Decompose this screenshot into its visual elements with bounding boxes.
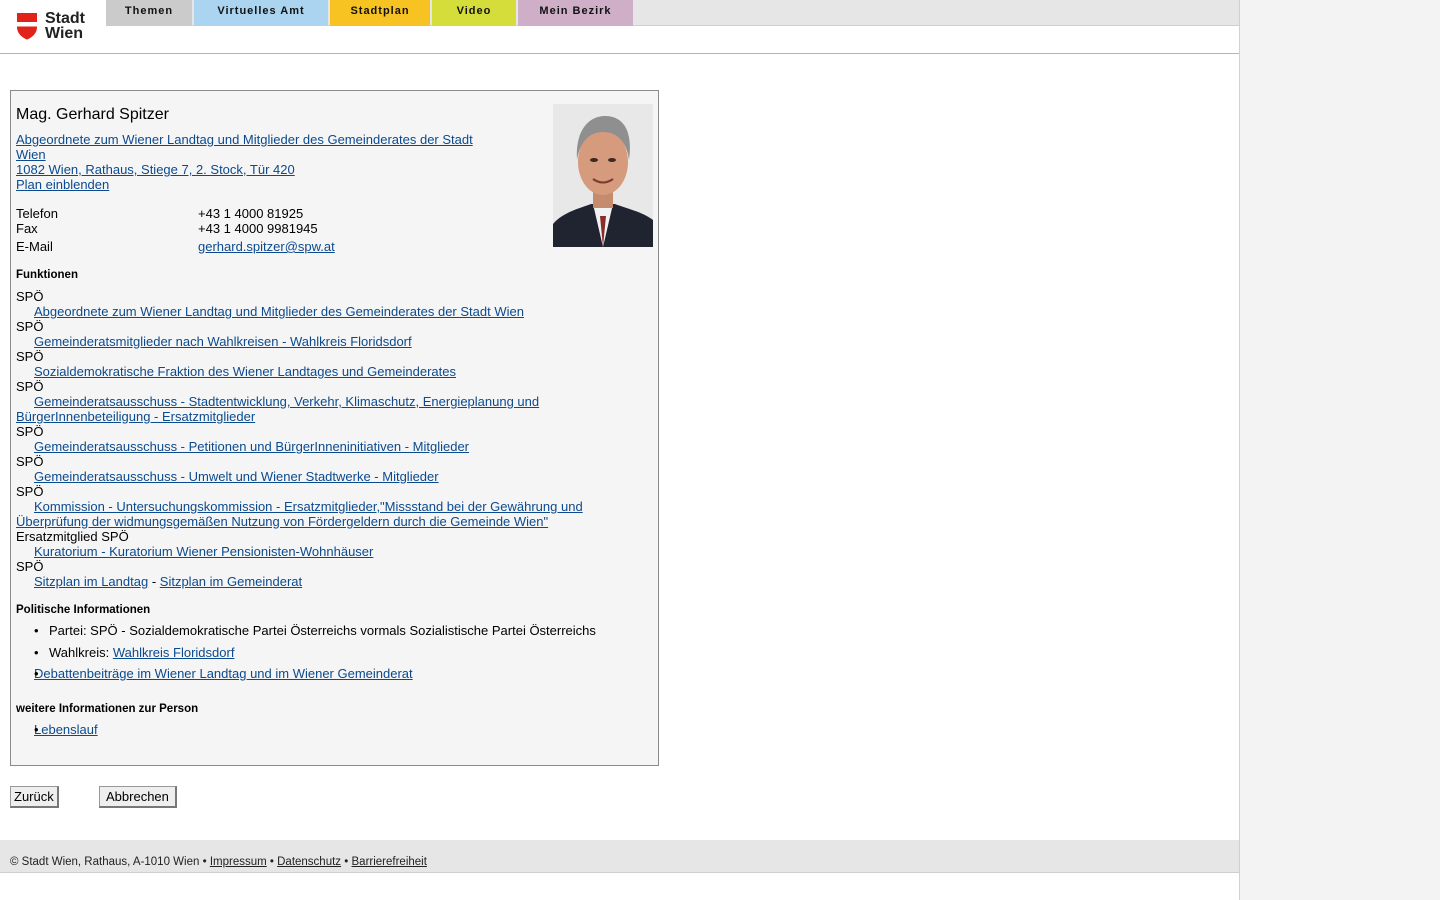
plan-einblenden-link[interactable]: Plan einblenden — [16, 177, 109, 192]
function-item: Gemeinderatsmitglieder nach Wahlkreisen … — [16, 334, 636, 349]
function-party: SPÖ — [16, 289, 44, 304]
function-item: Gemeinderatsausschuss - Stadtentwicklung… — [16, 394, 636, 424]
seat-plan-gemeinderat-link[interactable]: Sitzplan im Gemeinderat — [160, 574, 302, 589]
function-item: Sozialdemokratische Fraktion des Wiener … — [16, 364, 636, 379]
function-link[interactable]: Sozialdemokratische Fraktion des Wiener … — [34, 364, 456, 379]
party-info: Partei: SPÖ - Sozialdemokratische Partei… — [49, 623, 596, 638]
function-link[interactable]: Kuratorium - Kuratorium Wiener Pensionis… — [34, 544, 373, 559]
function-party: SPÖ — [16, 349, 44, 364]
function-item: Kommission - Untersuchungskommission - E… — [16, 499, 636, 529]
function-link[interactable]: Gemeinderatsmitglieder nach Wahlkreisen … — [34, 334, 412, 349]
back-button[interactable]: Zurück — [10, 786, 59, 808]
copyright: © Stadt Wien, Rathaus, A-1010 Wien — [10, 856, 200, 868]
site-footer: © Stadt Wien, Rathaus, A-1010 Wien • Imp… — [0, 840, 1239, 873]
function-item: Abgeordnete zum Wiener Landtag und Mitgl… — [16, 304, 636, 319]
email-label: E-Mail — [16, 239, 53, 254]
datenschutz-link[interactable]: Datenschutz — [277, 856, 341, 868]
function-party: Ersatzmitglied SPÖ — [16, 529, 129, 544]
fax-label: Fax — [16, 221, 38, 236]
footer-text: © Stadt Wien, Rathaus, A-1010 Wien • Imp… — [10, 856, 427, 868]
more-info-heading: weitere Informationen zur Person — [16, 703, 199, 715]
logo-text-wien: Wien — [45, 25, 84, 42]
function-link[interactable]: Kommission - Untersuchungskommission - E… — [16, 499, 583, 529]
seat-plan-row: Sitzplan im Landtag - Sitzplan im Gemein… — [16, 574, 636, 589]
footer-separator: • — [202, 856, 207, 868]
tab-virtuelles-amt[interactable]: Virtuelles Amt — [194, 0, 328, 26]
function-item: Gemeinderatsausschuss - Petitionen und B… — [16, 439, 636, 454]
barrierefreiheit-link[interactable]: Barrierefreiheit — [352, 856, 427, 868]
phone-label: Telefon — [16, 206, 58, 221]
list-item: Partei: SPÖ - Sozialdemokratische Partei… — [34, 623, 596, 638]
role-link-line2[interactable]: Wien — [16, 147, 46, 162]
wahlkreis-label: Wahlkreis: — [49, 645, 110, 660]
role-link-line1[interactable]: Abgeordnete zum Wiener Landtag und Mitgl… — [16, 132, 473, 147]
function-link[interactable]: Gemeinderatsausschuss - Umwelt und Wiene… — [34, 469, 439, 484]
seat-plan-landtag-link[interactable]: Sitzplan im Landtag — [34, 574, 148, 589]
wahlkreis-link[interactable]: Wahlkreis Floridsdorf — [113, 645, 235, 660]
debate-link[interactable]: Debattenbeiträge im Wiener Landtag und i… — [34, 666, 413, 681]
function-item: Kuratorium - Kuratorium Wiener Pensionis… — [16, 544, 636, 559]
page: Stadt Wien Themen Virtuelles Amt Stadtpl… — [0, 0, 1240, 900]
list-item: Lebenslauf — [34, 722, 98, 737]
function-party: SPÖ — [16, 484, 44, 499]
tab-stadtplan[interactable]: Stadtplan — [330, 0, 430, 26]
email-link[interactable]: gerhard.spitzer@spw.at — [198, 239, 335, 254]
site-header: Stadt Wien Themen Virtuelles Amt Stadtpl… — [0, 0, 1239, 54]
footer-separator: • — [344, 856, 349, 868]
political-heading: Politische Informationen — [16, 604, 151, 616]
function-link[interactable]: Gemeinderatsausschuss - Stadtentwicklung… — [16, 394, 539, 424]
tab-video[interactable]: Video — [432, 0, 516, 26]
list-item: Debattenbeiträge im Wiener Landtag und i… — [34, 666, 413, 681]
logo-text-stadt: Stadt — [45, 10, 85, 27]
list-item: Wahlkreis: Wahlkreis Floridsdorf — [34, 645, 234, 660]
tab-mein-bezirk[interactable]: Mein Bezirk — [518, 0, 633, 26]
function-party: SPÖ — [16, 319, 44, 334]
person-photo — [553, 104, 653, 247]
cancel-button[interactable]: Abbrechen — [99, 786, 177, 808]
functions-heading: Funktionen — [16, 269, 78, 281]
address-link[interactable]: 1082 Wien, Rathaus, Stiege 7, 2. Stock, … — [16, 162, 295, 177]
footer-separator: • — [269, 856, 274, 868]
function-party: SPÖ — [16, 559, 44, 574]
phone-value: +43 1 4000 81925 — [198, 206, 304, 221]
stadt-wien-logo[interactable]: Stadt Wien — [10, 6, 102, 46]
vienna-shield-icon — [17, 13, 37, 40]
lebenslauf-link[interactable]: Lebenslauf — [34, 722, 98, 737]
function-party: SPÖ — [16, 424, 44, 439]
person-name: Mag. Gerhard Spitzer — [16, 106, 169, 123]
function-link[interactable]: Gemeinderatsausschuss - Petitionen und B… — [34, 439, 469, 454]
seat-plan-separator: - — [151, 574, 157, 589]
impressum-link[interactable]: Impressum — [210, 856, 267, 868]
function-party: SPÖ — [16, 379, 44, 394]
function-item: Gemeinderatsausschuss - Umwelt und Wiene… — [16, 469, 636, 484]
fax-value: +43 1 4000 9981945 — [198, 221, 318, 236]
function-link[interactable]: Abgeordnete zum Wiener Landtag und Mitgl… — [34, 304, 524, 319]
person-detail-box: Mag. Gerhard Spitzer Abgeordnete zum Wie… — [10, 90, 659, 766]
tab-themen[interactable]: Themen — [106, 0, 192, 26]
function-party: SPÖ — [16, 454, 44, 469]
